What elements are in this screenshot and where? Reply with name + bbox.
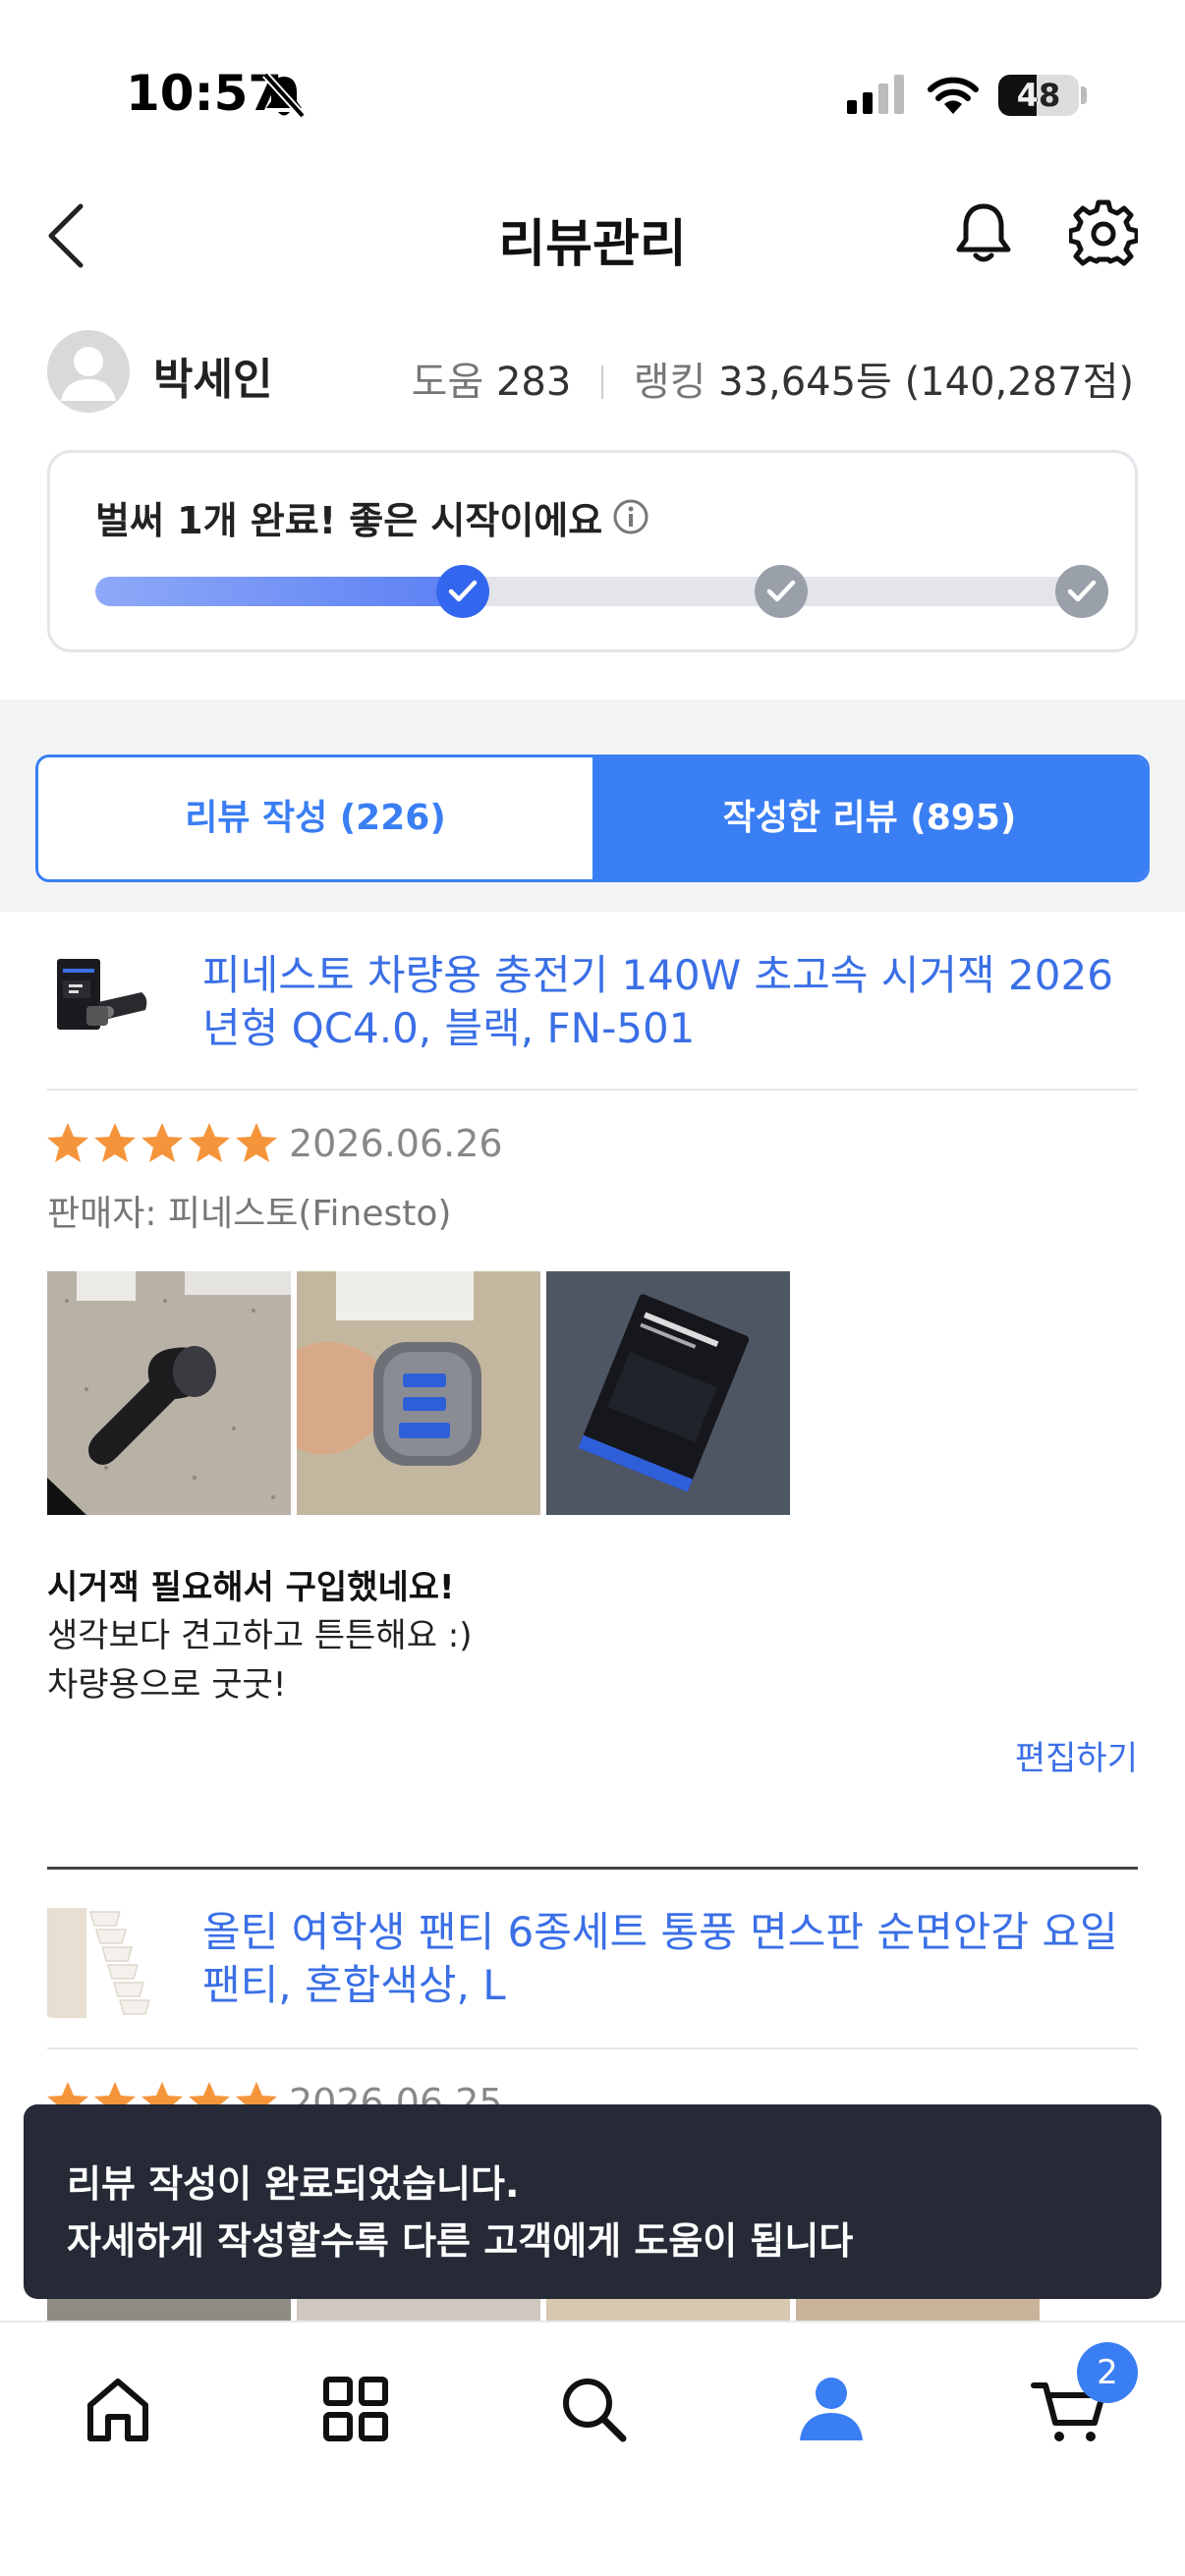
gear-icon[interactable] xyxy=(1069,198,1138,267)
categories-icon xyxy=(323,2377,388,2441)
profile-stats: 도움 283 랭킹 33,645등 (140,287점) xyxy=(412,350,1134,407)
status-bar: 10:57 48 xyxy=(0,0,1185,177)
star-icon xyxy=(236,1123,277,1162)
progress-fill xyxy=(95,577,464,606)
seller-name: 판매자: 피네스토(Finesto) xyxy=(47,1194,452,1234)
star-icon xyxy=(94,1123,136,1162)
progress-message: 벌써 1개 완료! 좋은 시작이에요 xyxy=(95,499,603,542)
product-title[interactable]: 피네스토 차량용 충전기 140W 초고속 시거잭 2026년형 QC4.0, … xyxy=(202,949,1146,1055)
product-title[interactable]: 올틴 여학생 팬티 6종세트 통풍 면스판 순면안감 요일팬티, 혼합색상, L xyxy=(202,1906,1146,2012)
battery-level: 48 xyxy=(1016,77,1061,114)
battery-indicator: 48 xyxy=(998,75,1079,116)
bottom-nav: 2 xyxy=(0,2321,1185,2576)
nav-search[interactable] xyxy=(554,2370,633,2448)
review-title: 시거잭 필요해서 구입했네요! xyxy=(47,1568,455,1607)
ranking-value: 33,645등 (140,287점) xyxy=(718,360,1134,405)
wifi-icon xyxy=(928,77,979,114)
review-photo[interactable] xyxy=(47,1271,291,1515)
tab-written-reviews[interactable]: 작성한 리뷰 (895) xyxy=(592,757,1147,879)
header: 리뷰관리 xyxy=(0,177,1185,305)
cart-badge: 2 xyxy=(1077,2342,1138,2403)
progress-checkpoint xyxy=(755,565,809,618)
review-photo[interactable] xyxy=(546,1271,790,1515)
star-icon xyxy=(189,1123,230,1162)
star-rating xyxy=(45,1120,279,1165)
search-icon xyxy=(563,2379,627,2442)
product-thumbnail[interactable] xyxy=(47,941,163,1057)
tab-write-review[interactable]: 리뷰 작성 (226) xyxy=(38,757,592,879)
nav-categories[interactable] xyxy=(316,2370,395,2448)
bell-off-icon xyxy=(262,72,306,119)
toast-message: 리뷰 작성이 완료되었습니다. 자세하게 작성할수록 다른 고객에게 도움이 됩… xyxy=(24,2104,1161,2299)
nav-home[interactable] xyxy=(79,2370,157,2448)
help-label: 도움 xyxy=(411,360,484,405)
progress-track xyxy=(95,577,1090,606)
product-thumbnail[interactable] xyxy=(47,1902,163,2018)
star-icon xyxy=(141,1123,183,1162)
progress-checkpoint xyxy=(436,565,490,618)
review-photo[interactable] xyxy=(297,1271,540,1515)
star-icon xyxy=(47,1123,88,1162)
progress-card: 벌써 1개 완료! 좋은 시작이에요 xyxy=(47,450,1138,652)
edit-review-link[interactable]: 편집하기 xyxy=(1015,1731,1138,1779)
info-icon[interactable] xyxy=(612,498,649,535)
toast-line-1: 리뷰 작성이 완료되었습니다. xyxy=(67,2162,520,2206)
toast-line-2: 자세하게 작성할수록 다른 고객에게 도움이 됩니다 xyxy=(67,2219,854,2263)
signal-icon xyxy=(847,75,904,114)
home-icon xyxy=(87,2379,148,2441)
help-count: 283 xyxy=(495,360,572,405)
profile-icon xyxy=(800,2378,863,2440)
nav-profile[interactable] xyxy=(792,2370,871,2448)
tabs-section: 리뷰 작성 (226) 작성한 리뷰 (895) xyxy=(0,700,1185,912)
profile-summary: 박세인 도움 283 랭킹 33,645등 (140,287점) xyxy=(0,324,1185,422)
avatar[interactable] xyxy=(47,330,130,413)
bell-icon[interactable] xyxy=(951,198,1016,267)
ranking-label: 랭킹 xyxy=(633,360,706,405)
review-body: 생각보다 견고하고 튼튼해요 :) 차량용으로 굿굿! xyxy=(47,1616,473,1705)
profile-name: 박세인 xyxy=(153,355,273,405)
review-photos xyxy=(47,1271,790,1515)
status-time: 10:57 xyxy=(126,65,283,122)
progress-checkpoint xyxy=(1055,565,1108,618)
review-tabs: 리뷰 작성 (226) 작성한 리뷰 (895) xyxy=(35,755,1150,882)
review-date: 2026.06.26 xyxy=(289,1122,503,1165)
